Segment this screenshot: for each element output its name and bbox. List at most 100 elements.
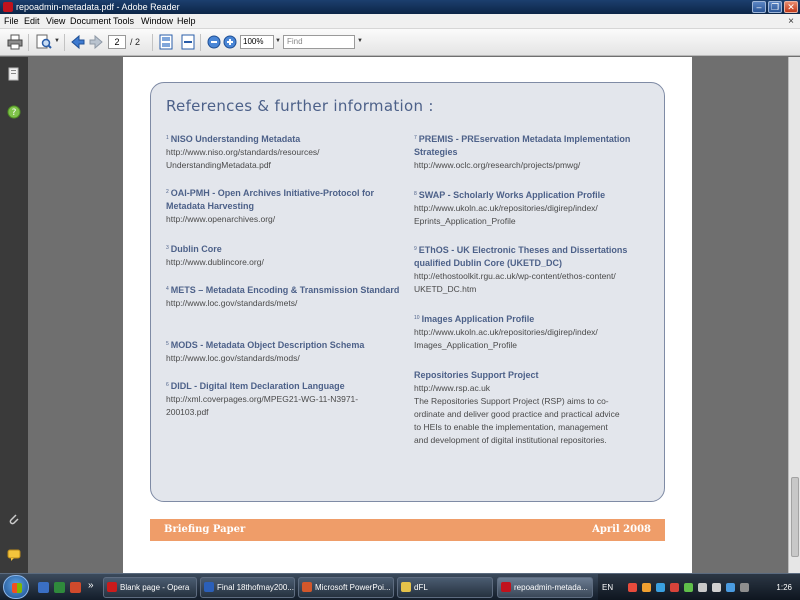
tray-app-icon[interactable] (740, 583, 749, 592)
volume-icon[interactable] (712, 583, 721, 592)
reference-url: http://xml.coverpages.org/MPEG21-WG-11-N… (166, 394, 359, 404)
tray-app-icon[interactable] (656, 583, 665, 592)
tray-app-icon[interactable] (684, 583, 693, 592)
word-icon (204, 582, 214, 592)
rsp-url: http://www.rsp.ac.uk (414, 383, 491, 393)
menu-edit[interactable]: Edit (24, 14, 40, 29)
reference-item: 5 MODS - Metadata Object Description Sche… (166, 339, 401, 365)
chevron-down-icon[interactable]: ▼ (54, 38, 60, 44)
pdf-page: References & further information : 1 NISO… (123, 57, 692, 573)
clock[interactable]: 1:26 (776, 574, 792, 600)
close-document-icon[interactable]: × (788, 14, 794, 29)
quicklaunch-chevron-icon[interactable]: » (88, 580, 94, 591)
menu-tools[interactable]: Tools (113, 14, 134, 29)
chevron-down-icon[interactable]: ▼ (357, 38, 363, 44)
reference-item: 2 OAI-PMH - Open Archives Initiative-Prot… (166, 187, 401, 226)
window-title: repoadmin-metadata.pdf - Adobe Reader (16, 2, 180, 12)
reference-title: MODS - Metadata Object Description Schem… (170, 340, 365, 350)
reference-title: Images Application Profile (421, 314, 535, 324)
reference-item: 10 Images Application Profile http://www.… (414, 313, 654, 351)
excel-icon[interactable] (54, 582, 65, 593)
reference-number: 10 (414, 315, 420, 321)
reference-url: Images_Application_Profile (414, 339, 518, 350)
close-button[interactable]: ✕ (784, 1, 798, 13)
attachment-icon[interactable] (7, 512, 21, 526)
adobe-reader-icon (3, 2, 13, 12)
taskbar-button-opera[interactable]: Blank page - Opera (103, 577, 197, 598)
taskbar-button-document[interactable]: Final 18thofmay200... (200, 577, 295, 598)
document-viewport[interactable]: References & further information : 1 NISO… (28, 57, 788, 573)
start-button[interactable] (3, 575, 29, 599)
references-box: References & further information : 1 NISO… (150, 82, 665, 502)
toolbar-separator (152, 34, 153, 51)
reference-number: 3 (166, 245, 169, 251)
zoom-level-select[interactable]: 100% (240, 35, 274, 49)
reference-url: Eprints_Application_Profile (414, 215, 516, 226)
reference-title: EThOS - UK Electronic Theses and Dissert… (414, 245, 628, 268)
language-indicator[interactable]: EN (602, 574, 613, 600)
taskbar-label: Microsoft PowerPoi... (315, 583, 391, 592)
help-icon[interactable]: ? (7, 105, 21, 119)
reference-url: http://www.loc.gov/standards/mods/ (166, 353, 300, 363)
rsp-block: Repositories Support Project http://www.… (414, 369, 654, 447)
fit-page-icon[interactable] (158, 34, 174, 50)
menu-help[interactable]: Help (177, 14, 196, 29)
reference-url: http://www.ukoln.ac.uk/repositories/digi… (414, 327, 598, 337)
find-input[interactable]: Find (283, 35, 355, 49)
next-page-icon[interactable] (88, 34, 104, 50)
tray-app-icon[interactable] (642, 583, 651, 592)
previous-page-icon[interactable] (70, 34, 86, 50)
reference-number: 1 (166, 135, 169, 141)
reference-item: 1 NISO Understanding Metadata http://www.… (166, 133, 401, 171)
search-document-icon[interactable] (36, 34, 52, 50)
reference-item: 6 DIDL - Digital Item Declaration Languag… (166, 380, 401, 418)
tray-app-icon[interactable] (670, 583, 679, 592)
maximize-button[interactable]: ❐ (768, 1, 782, 13)
print-icon[interactable] (7, 34, 23, 50)
zoom-out-icon[interactable] (206, 34, 222, 50)
menu-document[interactable]: Document (70, 14, 111, 29)
menu-bar: File Edit View Document Tools Window Hel… (0, 14, 800, 29)
reference-number: 5 (166, 341, 169, 347)
taskbar: » Blank page - Opera Final 18thofmay200.… (0, 573, 800, 600)
tray-app-icon[interactable] (726, 583, 735, 592)
reference-url: http://www.niso.org/standards/resources/ (166, 147, 320, 157)
reference-title: Dublin Core (170, 244, 222, 254)
show-desktop-icon[interactable] (38, 582, 49, 593)
rsp-title: Repositories Support Project (414, 370, 539, 380)
zoom-in-icon[interactable] (222, 34, 238, 50)
adobe-reader-icon (501, 582, 511, 592)
taskbar-button-powerpoint[interactable]: Microsoft PowerPoi... (298, 577, 394, 598)
taskbar-button-dfl[interactable]: dFL (397, 577, 493, 598)
page-number-input[interactable]: 2 (108, 35, 126, 49)
briefing-footer: Briefing Paper April 2008 (150, 519, 665, 541)
powerpoint-icon (302, 582, 312, 592)
reference-item: 3 Dublin Core http://www.dublincore.org/ (166, 243, 401, 269)
reference-url: http://www.ukoln.ac.uk/repositories/digi… (414, 203, 598, 213)
tray-app-icon[interactable] (628, 583, 637, 592)
vertical-scrollbar[interactable] (788, 57, 800, 573)
reference-item: 8 SWAP - Scholarly Works Application Prof… (414, 189, 654, 227)
ie-icon[interactable] (70, 582, 81, 593)
comments-icon[interactable] (7, 548, 21, 562)
taskbar-label: Final 18thofmay200... (217, 583, 294, 592)
minimize-button[interactable]: – (752, 1, 766, 13)
reference-number: 2 (166, 189, 169, 195)
reference-url: http://www.loc.gov/standards/mets/ (166, 298, 298, 308)
reference-url: http://www.oclc.org/research/projects/pm… (414, 160, 581, 170)
menu-window[interactable]: Window (141, 14, 173, 29)
page-total: / 2 (130, 37, 141, 47)
network-icon[interactable] (698, 583, 707, 592)
pages-icon[interactable] (7, 67, 21, 81)
navigation-panel: ? (0, 57, 28, 573)
menu-view[interactable]: View (46, 14, 65, 29)
scrollbar-thumb[interactable] (791, 477, 799, 557)
svg-text:?: ? (12, 108, 17, 118)
reference-number: 6 (166, 382, 169, 388)
system-tray: EN 1:26 (598, 574, 800, 600)
reference-number: 7 (414, 135, 417, 141)
chevron-down-icon[interactable]: ▼ (275, 38, 281, 44)
menu-file[interactable]: File (4, 14, 19, 29)
taskbar-button-adobe-reader[interactable]: repoadmin-metada... (497, 577, 593, 598)
fit-width-icon[interactable] (180, 34, 196, 50)
